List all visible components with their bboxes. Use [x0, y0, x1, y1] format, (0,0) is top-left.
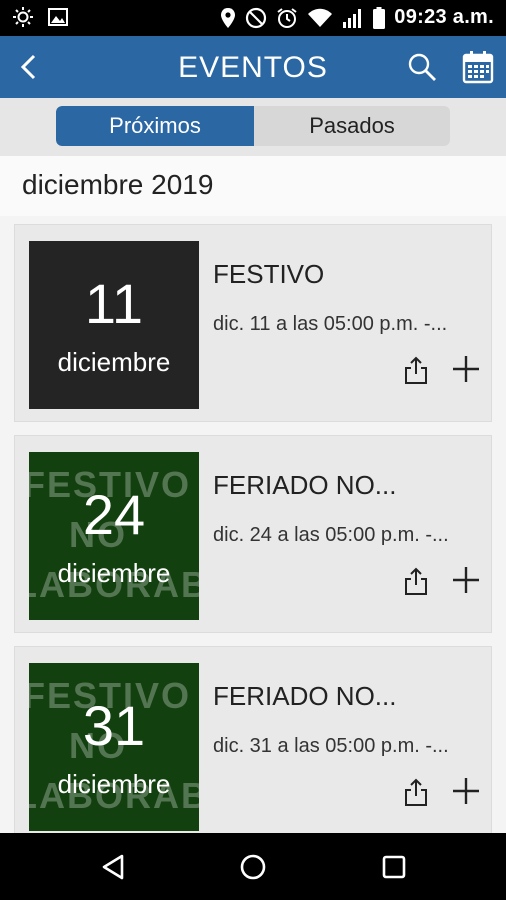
event-title: FESTIVO [213, 259, 325, 289]
back-triangle-icon[interactable] [100, 853, 128, 881]
location-icon [221, 7, 236, 28]
event-card[interactable]: FESTIVO NO LABORABLE 24 diciembre FERIAD… [14, 435, 492, 633]
brightness-icon [13, 7, 33, 27]
event-time: dic. 31 a las 05:00 p.m. -... [213, 735, 449, 757]
home-circle-icon[interactable] [239, 853, 267, 881]
event-day: 24 [82, 483, 146, 546]
system-nav-bar [0, 833, 506, 900]
share-icon[interactable] [403, 777, 429, 807]
image-icon [48, 8, 68, 26]
alarm-icon [277, 7, 297, 28]
event-month: diciembre [57, 558, 171, 588]
event-day: 11 [84, 272, 144, 335]
battery-icon [373, 6, 386, 29]
search-icon[interactable] [407, 52, 437, 82]
event-month: diciembre [57, 347, 171, 377]
event-card[interactable]: FESTIVO NO LABORABLE 31 diciembre FERIAD… [14, 646, 492, 833]
calendar-icon[interactable] [462, 50, 494, 84]
tab-bar: Próximos Pasados [0, 98, 506, 156]
event-date-box: FESTIVO NO LABORABLE 24 diciembre [29, 452, 199, 620]
status-time: 09:23 a.m. [394, 6, 494, 28]
event-time: dic. 11 a las 05:00 p.m. -... [213, 313, 448, 335]
segmented-control: Próximos Pasados [56, 106, 450, 146]
event-title: FERIADO NO... [213, 681, 397, 711]
event-day: 31 [82, 694, 146, 757]
event-list[interactable]: 11 diciembre FESTIVO dic. 11 a las 05:00… [0, 216, 506, 833]
recents-square-icon[interactable] [380, 853, 408, 881]
tab-pasados[interactable]: Pasados [254, 106, 450, 146]
month-header: diciembre 2019 [0, 156, 506, 216]
signal-icon [343, 8, 362, 28]
event-time: dic. 24 a las 05:00 p.m. -... [213, 524, 449, 546]
wifi-icon [308, 8, 333, 27]
status-bar: 09:23 a.m. [0, 0, 506, 36]
event-month: diciembre [57, 769, 171, 799]
event-card[interactable]: 11 diciembre FESTIVO dic. 11 a las 05:00… [14, 224, 492, 422]
event-date-box: 11 diciembre [29, 241, 199, 409]
month-label: diciembre 2019 [22, 169, 214, 200]
add-icon[interactable] [451, 354, 481, 384]
app-bar: EVENTOS [0, 36, 506, 98]
do-not-disturb-icon [246, 7, 267, 28]
tab-proximos[interactable]: Próximos [56, 106, 254, 146]
event-date-box: FESTIVO NO LABORABLE 31 diciembre [29, 663, 199, 831]
share-icon[interactable] [403, 355, 429, 385]
add-icon[interactable] [451, 565, 481, 595]
event-title: FERIADO NO... [213, 470, 397, 500]
add-icon[interactable] [451, 776, 481, 806]
share-icon[interactable] [403, 566, 429, 596]
